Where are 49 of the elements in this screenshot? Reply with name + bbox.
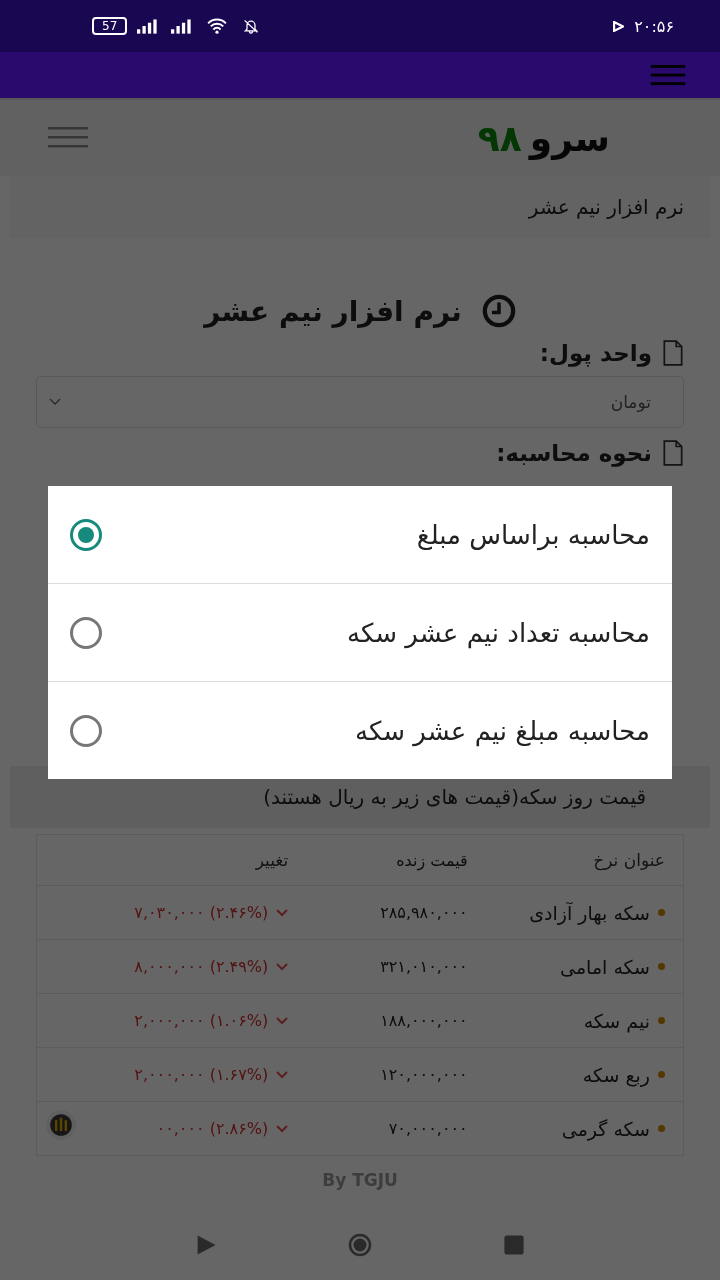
column-header: قیمت زنده: [395, 850, 468, 870]
bullet-dot: [658, 1071, 665, 1078]
coin-name: نیم سکه: [583, 1009, 650, 1032]
change-value: ۷,۰۳۰,۰۰۰ (۲.۴۶%): [134, 903, 269, 922]
coin-name: ربع سکه: [582, 1063, 650, 1086]
change-value: ۰۰,۰۰۰ (۲.۸۶%): [156, 1119, 269, 1138]
change-value: ۸,۰۰۰,۰۰۰ (۲.۴۹%): [134, 957, 269, 976]
bullet-dot: [658, 963, 665, 970]
bullet-dot: [658, 909, 665, 916]
coin-name: سکه گرمی: [561, 1117, 650, 1140]
column-header: تغییر: [254, 850, 289, 870]
document-icon: [662, 340, 684, 366]
play-icon: [613, 20, 625, 32]
logo-text: سرو: [529, 117, 610, 159]
coin-name: سکه امامی: [560, 955, 650, 978]
home-icon[interactable]: [348, 1233, 372, 1257]
bullet-dot: [658, 1125, 665, 1132]
change-value: ۲,۰۰۰,۰۰۰ (۱.۰۶%): [134, 1011, 269, 1030]
price-value: ۱۲۰,۰۰۰,۰۰۰: [380, 1065, 468, 1084]
radio-button[interactable]: [70, 518, 102, 551]
change-value: ۲,۰۰۰,۰۰۰ (۱.۶۷%): [134, 1065, 269, 1084]
radio-option[interactable]: محاسبه براساس مبلغ: [48, 486, 672, 584]
recents-icon[interactable]: [502, 1233, 526, 1257]
price-value: ۲۸۵,۹۸۰,۰۰۰: [380, 903, 468, 922]
battery-icon: 57: [92, 17, 128, 35]
field-label: نحوه محاسبه:: [496, 440, 652, 466]
radio-button[interactable]: [70, 714, 102, 747]
price-value: ۷۰,۰۰۰,۰۰۰: [388, 1119, 468, 1138]
chevron-down-icon: [276, 1124, 289, 1133]
clock-icon: [481, 294, 516, 328]
logo-number: ۹۸: [477, 117, 522, 159]
floating-button[interactable]: [46, 1110, 76, 1140]
chevron-down-icon: [276, 962, 289, 971]
field-label: واحد پول:: [539, 340, 652, 366]
price-value: ۱۸۸,۰۰۰,۰۰۰: [380, 1011, 468, 1030]
chevron-down-icon: [276, 908, 289, 917]
breadcrumb-text: نرم افزار نیم عشر: [528, 195, 684, 219]
bullet-dot: [658, 1017, 665, 1024]
price-value: ۳۲۱,۰۱۰,۰۰۰: [380, 957, 468, 976]
chevron-down-icon: [276, 1016, 289, 1025]
menu-icon[interactable]: [48, 127, 88, 149]
chevron-down-icon: [276, 1070, 289, 1079]
column-header: عنوان نرخ: [592, 850, 665, 870]
coin-name: سکه بهار آزادی: [529, 901, 650, 924]
page-title: نرم افزار نیم عشر: [204, 294, 462, 328]
radio-button[interactable]: [70, 616, 102, 649]
document-icon: [662, 440, 684, 466]
chevron-down-icon: [49, 398, 61, 406]
clock-time: ۲۰:۵۶: [634, 16, 674, 36]
